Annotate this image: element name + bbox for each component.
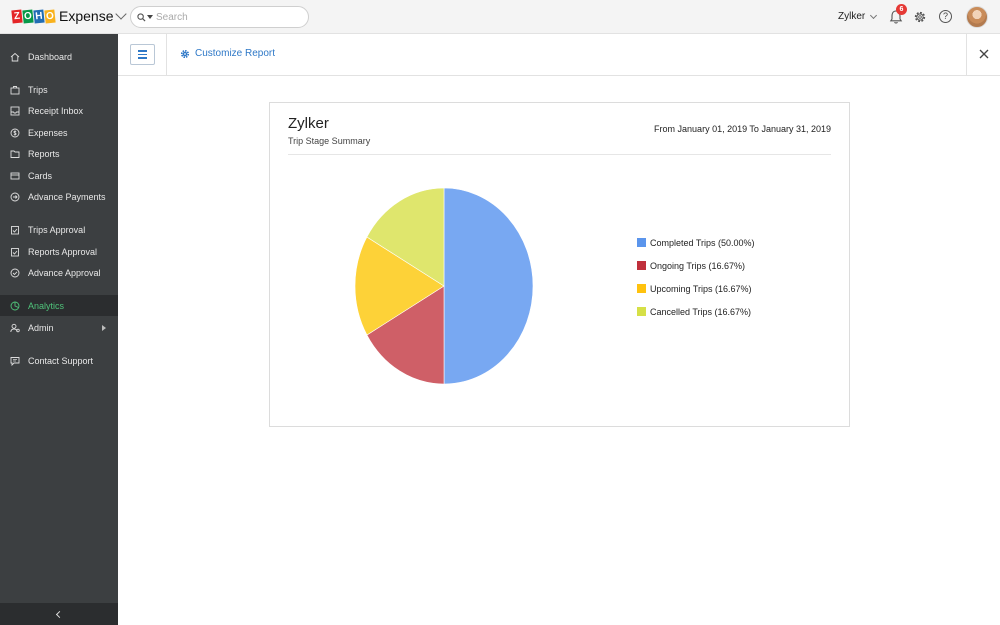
sidebar-item-label: Receipt Inbox xyxy=(28,105,84,116)
divider xyxy=(166,34,167,76)
sidebar-item-admin[interactable]: Admin xyxy=(0,317,118,338)
search-box[interactable] xyxy=(130,6,309,28)
legend-label: Cancelled Trips (16.67%) xyxy=(650,306,752,317)
sidebar-item-label: Analytics xyxy=(28,300,65,311)
sidebar-item-label: Reports Approval xyxy=(28,246,98,257)
check-circle-icon xyxy=(10,268,20,277)
legend-item[interactable]: Ongoing Trips (16.67%) xyxy=(637,254,755,277)
divider xyxy=(288,154,831,155)
sidebar-item-dashboard[interactable]: Dashboard xyxy=(0,46,118,67)
chevron-down-icon[interactable] xyxy=(115,7,128,20)
folder-icon xyxy=(10,150,20,158)
sidebar-item-contact-support[interactable]: Contact Support xyxy=(0,350,118,371)
hamburger-line xyxy=(138,57,147,59)
chevron-left-icon xyxy=(55,610,63,618)
legend-item[interactable]: Completed Trips (50.00%) xyxy=(637,231,755,254)
sidebar-item-reports-approval[interactable]: Reports Approval xyxy=(0,241,118,262)
sidebar-item-label: Cards xyxy=(28,170,53,181)
logo-letter-o2: O xyxy=(44,9,56,23)
inbox-icon xyxy=(10,106,20,115)
chart-legend: Completed Trips (50.00%) Ongoing Trips (1… xyxy=(637,231,755,323)
pie-slice-0[interactable] xyxy=(443,187,534,385)
home-icon xyxy=(10,52,20,61)
sidebar-item-advance-approval[interactable]: Advance Approval xyxy=(0,262,118,283)
search-input[interactable] xyxy=(156,11,296,23)
sidebar-item-receipt-inbox[interactable]: Receipt Inbox xyxy=(0,100,118,121)
top-bar: Z O H O Expense Zylker 6 ? xyxy=(0,0,1000,34)
logo-letter-z: Z xyxy=(11,9,23,23)
sidebar-item-label: Advance Payments xyxy=(28,191,106,202)
zoho-logo: Z O H O xyxy=(11,9,56,23)
product-name: Expense xyxy=(59,8,114,24)
sidebar-item-label: Admin xyxy=(28,322,54,333)
report-card: Zylker Trip Stage Summary From January 0… xyxy=(269,102,850,427)
approval-icon xyxy=(11,247,19,256)
legend-swatch xyxy=(637,307,646,316)
gear-icon xyxy=(180,49,190,58)
dollar-icon xyxy=(10,128,20,137)
report-date-range: From January 01, 2019 To January 31, 201… xyxy=(654,124,831,134)
close-icon[interactable] xyxy=(978,48,990,60)
sidebar-item-label: Expenses xyxy=(28,127,68,138)
help-icon[interactable]: ? xyxy=(939,10,952,23)
sidebar-item-label: Contact Support xyxy=(28,355,94,366)
legend-label: Completed Trips (50.00%) xyxy=(650,237,755,248)
approval-icon xyxy=(11,225,19,234)
sidebar-item-trips-approval[interactable]: Trips Approval xyxy=(0,219,118,240)
gear-icon[interactable] xyxy=(913,10,927,24)
sidebar-item-label: Advance Approval xyxy=(28,267,101,278)
legend-label: Ongoing Trips (16.67%) xyxy=(650,260,746,271)
logo-letter-h: H xyxy=(33,9,45,23)
search-scope-caret-icon[interactable] xyxy=(147,15,153,19)
chevron-down-icon xyxy=(870,11,878,19)
divider xyxy=(966,34,967,76)
org-switcher[interactable]: Zylker xyxy=(838,11,878,22)
card-icon xyxy=(10,172,20,179)
legend-item[interactable]: Cancelled Trips (16.67%) xyxy=(637,300,755,323)
sidebar-item-label: Dashboard xyxy=(28,51,73,62)
sidebar-item-advance-payments[interactable]: Advance Payments xyxy=(0,186,118,207)
chevron-right-icon xyxy=(102,325,106,331)
sidebar-item-label: Trips Approval xyxy=(28,224,86,235)
chat-icon xyxy=(10,356,20,366)
hamburger-line xyxy=(138,53,147,56)
report-subtitle: Trip Stage Summary xyxy=(288,136,371,146)
org-name: Zylker xyxy=(838,11,866,22)
sidebar-item-cards[interactable]: Cards xyxy=(0,165,118,186)
customize-report-link[interactable]: Customize Report xyxy=(180,48,275,59)
suitcase-icon xyxy=(10,85,20,94)
app-logo[interactable]: Z O H O Expense xyxy=(11,7,128,24)
sidebar-item-reports[interactable]: Reports xyxy=(0,143,118,164)
legend-swatch xyxy=(637,238,646,247)
legend-swatch xyxy=(637,261,646,270)
sidebar: Dashboard Trips Receipt Inbox Expenses R… xyxy=(0,34,118,625)
sidebar-item-label: Trips xyxy=(28,84,48,95)
legend-item[interactable]: Upcoming Trips (16.67%) xyxy=(637,277,755,300)
report-toolbar: Customize Report xyxy=(118,34,1000,76)
notification-count-badge: 6 xyxy=(896,4,907,15)
sidebar-item-label: Reports xyxy=(28,148,60,159)
legend-swatch xyxy=(637,284,646,293)
sidebar-collapse-button[interactable] xyxy=(0,603,118,625)
legend-label: Upcoming Trips (16.67%) xyxy=(650,283,752,294)
pie-chart[interactable] xyxy=(354,187,534,385)
avatar[interactable] xyxy=(966,6,988,28)
advance-icon xyxy=(10,192,20,201)
sidebar-item-analytics[interactable]: Analytics xyxy=(0,295,118,316)
logo-letter-o: O xyxy=(22,9,34,23)
admin-icon xyxy=(10,323,20,332)
hamburger-menu-button[interactable] xyxy=(130,44,155,65)
hamburger-line xyxy=(138,50,147,52)
sidebar-item-expenses[interactable]: Expenses xyxy=(0,122,118,143)
search-icon xyxy=(137,12,146,22)
report-org-title: Zylker xyxy=(288,115,329,132)
customize-report-label: Customize Report xyxy=(195,48,276,59)
analytics-icon xyxy=(10,301,20,310)
sidebar-item-trips[interactable]: Trips xyxy=(0,79,118,100)
